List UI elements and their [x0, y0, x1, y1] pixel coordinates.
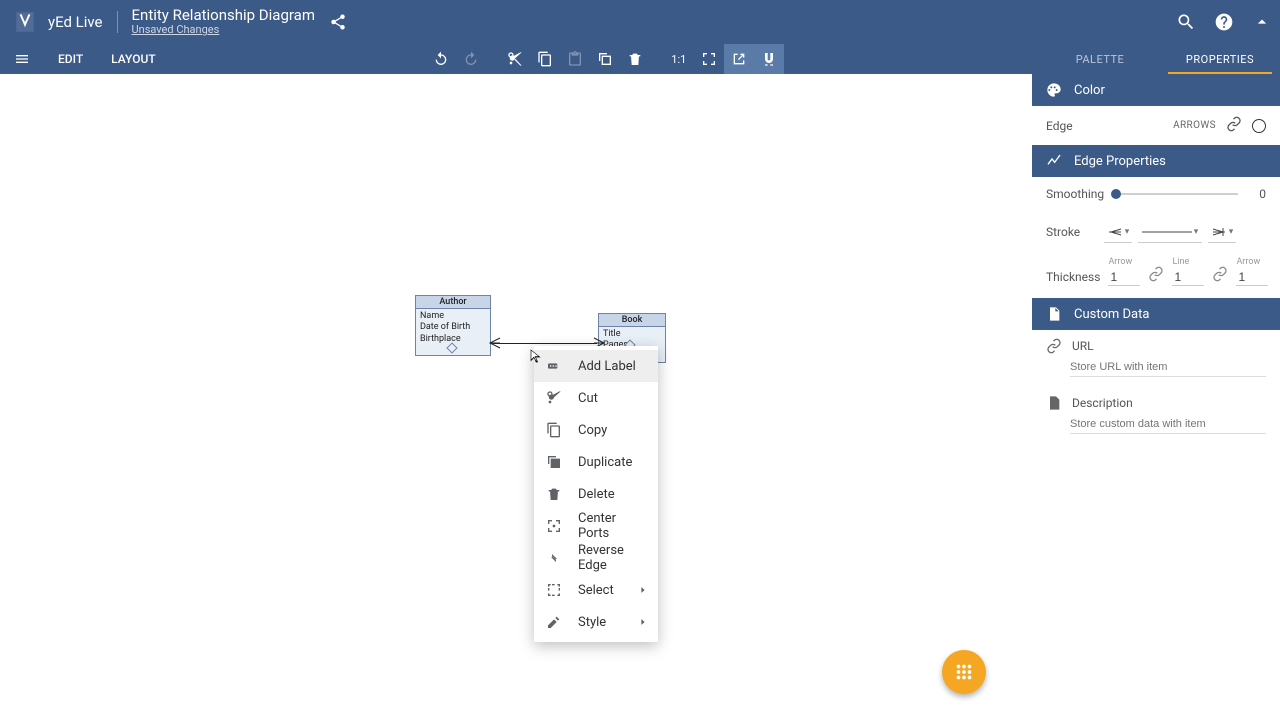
copy-button[interactable]	[530, 44, 560, 74]
stroke-label: Stroke	[1046, 225, 1098, 239]
fit-content-button[interactable]	[694, 44, 724, 74]
edge-label: Edge	[1046, 119, 1173, 133]
smoothing-value: 0	[1250, 187, 1266, 201]
ctx-reverse-edge[interactable]: Reverse Edge	[534, 542, 658, 574]
doc-title: Entity Relationship Diagram	[132, 7, 315, 24]
ctx-select[interactable]: Select	[534, 574, 658, 606]
center-ports-icon	[546, 518, 562, 534]
style-icon	[546, 614, 562, 630]
line-style-select[interactable]: ▾	[1138, 221, 1202, 243]
mouse-cursor-icon	[528, 346, 544, 366]
ctx-duplicate[interactable]: Duplicate	[534, 446, 658, 478]
help-icon[interactable]	[1214, 12, 1234, 32]
entity-author-header: Author	[416, 296, 490, 309]
ctx-copy[interactable]: Copy	[534, 414, 658, 446]
ctx-center-ports[interactable]: Center Ports	[534, 510, 658, 542]
select-icon	[546, 582, 562, 598]
entity-attr: Name	[420, 311, 486, 322]
zoom-reset-button[interactable]: 1:1	[664, 44, 694, 74]
hamburger-menu-button[interactable]	[0, 44, 44, 74]
share-icon[interactable]	[329, 13, 347, 31]
ctx-add-label[interactable]: Add Label	[534, 350, 658, 382]
context-menu: Add Label Cut Copy Duplicate Delete Cent…	[534, 346, 658, 642]
cut-icon	[546, 390, 562, 406]
paste-button[interactable]	[560, 44, 590, 74]
link-chain-icon[interactable]	[1212, 266, 1228, 286]
properties-tab[interactable]: PROPERTIES	[1160, 44, 1280, 74]
palette-tab[interactable]: PALETTE	[1040, 44, 1160, 74]
workspace: Author Name Date of Birth Birthplace Boo…	[0, 74, 1280, 720]
palette-icon	[1046, 82, 1062, 98]
copy-icon	[546, 422, 562, 438]
snap-toggle[interactable]	[754, 44, 784, 74]
description-icon	[1046, 395, 1062, 411]
delete-button[interactable]	[620, 44, 650, 74]
ctx-style[interactable]: Style	[534, 606, 658, 638]
duplicate-icon	[546, 454, 562, 470]
edge-arrows-row: Edge ARROWS	[1032, 106, 1280, 145]
ctx-cut[interactable]: Cut	[534, 382, 658, 414]
edge-author-book[interactable]	[493, 343, 597, 344]
duplicate-button[interactable]	[590, 44, 620, 74]
link-chain-icon[interactable]	[1148, 266, 1164, 286]
canvas[interactable]: Author Name Date of Birth Birthplace Boo…	[0, 74, 1032, 720]
color-swatch[interactable]	[1252, 119, 1266, 133]
crowsfoot-left-icon	[488, 336, 502, 350]
entity-attr: Date of Birth	[420, 322, 486, 333]
section-custom-data-header[interactable]: Custom Data	[1032, 298, 1280, 330]
thickness-row: Thickness Arrow Line Arrow	[1032, 253, 1280, 298]
tgt-arrow-thickness-input[interactable]	[1236, 269, 1268, 286]
doc-title-block[interactable]: Entity Relationship Diagram Unsaved Chan…	[132, 7, 315, 37]
collapse-icon[interactable]	[1252, 12, 1272, 32]
unsaved-changes-link[interactable]: Unsaved Changes	[132, 24, 315, 37]
apps-icon	[953, 661, 975, 683]
smoothing-slider[interactable]	[1116, 193, 1238, 195]
cut-button[interactable]	[500, 44, 530, 74]
description-row: Description	[1032, 387, 1280, 413]
app-name: yEd Live	[48, 13, 103, 31]
link-icon[interactable]	[1226, 116, 1242, 135]
url-input[interactable]	[1070, 358, 1266, 377]
document-icon	[1046, 306, 1062, 322]
ctx-delete[interactable]: Delete	[534, 478, 658, 510]
title-separator	[117, 11, 118, 33]
arrows-label: ARROWS	[1173, 120, 1216, 131]
url-row: URL	[1032, 330, 1280, 356]
layout-menu[interactable]: LAYOUT	[97, 44, 169, 74]
fab-button[interactable]	[942, 650, 986, 694]
label-icon	[546, 358, 562, 374]
edge-props-icon	[1046, 153, 1062, 169]
source-arrow-select[interactable]: ▾	[1104, 221, 1132, 243]
section-color-header[interactable]: Color	[1032, 74, 1280, 106]
redo-button[interactable]	[456, 44, 486, 74]
submenu-arrow-icon	[638, 617, 648, 627]
section-edge-props-header[interactable]: Edge Properties	[1032, 145, 1280, 177]
line-thickness-input[interactable]	[1172, 269, 1204, 286]
titlebar: yEd Live Entity Relationship Diagram Uns…	[0, 0, 1280, 44]
edit-menu[interactable]: EDIT	[44, 44, 97, 74]
submenu-arrow-icon	[638, 585, 648, 595]
smoothing-row: Smoothing 0	[1032, 177, 1280, 211]
thickness-label: Thickness	[1046, 270, 1100, 286]
src-arrow-thickness-input[interactable]	[1108, 269, 1140, 286]
orthogonal-edges-toggle[interactable]	[724, 44, 754, 74]
smoothing-label: Smoothing	[1046, 187, 1104, 201]
entity-attr: Title	[603, 329, 661, 340]
entity-book-header: Book	[599, 314, 665, 327]
link-icon	[1046, 338, 1062, 354]
target-arrow-select[interactable]: ▾	[1208, 221, 1236, 243]
undo-button[interactable]	[426, 44, 456, 74]
search-icon[interactable]	[1176, 12, 1196, 32]
reverse-edge-icon	[546, 550, 562, 566]
trash-icon	[546, 486, 562, 502]
stroke-row: Stroke ▾ ▾ ▾	[1032, 211, 1280, 253]
app-logo-icon	[12, 9, 38, 35]
description-input[interactable]	[1070, 415, 1266, 434]
toolbar: EDIT LAYOUT 1:1 PALETTE PROPERTIES	[0, 44, 1280, 74]
properties-panel: Color Edge ARROWS Edge Properties Smooth…	[1032, 74, 1280, 720]
